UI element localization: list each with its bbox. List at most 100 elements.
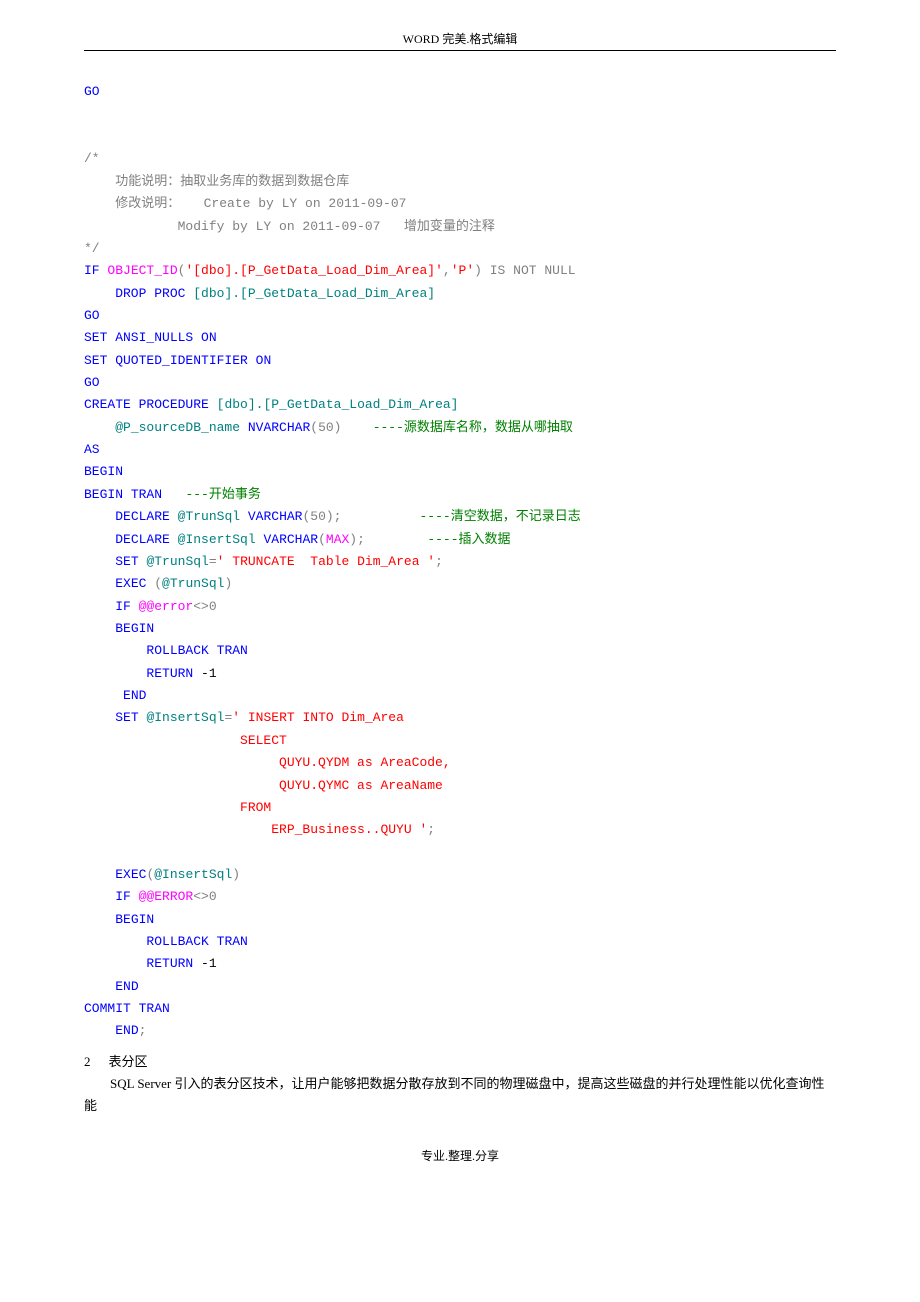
indent bbox=[84, 554, 115, 569]
keyword-procedure: PROCEDURE bbox=[131, 397, 217, 412]
keyword-if: IF bbox=[115, 889, 138, 904]
body-paragraph: SQL Server 引入的表分区技术，让用户能够把数据分散存放到不同的物理磁盘… bbox=[84, 1073, 836, 1117]
indent bbox=[84, 576, 115, 591]
indent bbox=[84, 643, 146, 658]
keyword-tran: TRAN bbox=[123, 487, 185, 502]
keyword-as: AS bbox=[84, 442, 100, 457]
str: ' TRUNCATE Table Dim_Area ' bbox=[217, 554, 435, 569]
keyword-if: IF bbox=[84, 263, 100, 278]
indent bbox=[84, 688, 123, 703]
keyword-end: END bbox=[115, 979, 138, 994]
keyword-begin: BEGIN bbox=[115, 621, 154, 636]
indent bbox=[84, 889, 115, 904]
max: MAX bbox=[326, 532, 349, 547]
type-varchar: VARCHAR bbox=[263, 532, 318, 547]
var: @InsertSql bbox=[178, 532, 264, 547]
keyword-rollback: ROLLBACK bbox=[146, 643, 208, 658]
eq: = bbox=[209, 554, 217, 569]
indent bbox=[84, 867, 115, 882]
paren: ) bbox=[232, 867, 240, 882]
indent bbox=[84, 1023, 115, 1038]
comma: , bbox=[443, 263, 451, 278]
keyword-begin: BEGIN bbox=[84, 487, 123, 502]
proc-name: [dbo].[P_GetData_Load_Dim_Area] bbox=[217, 397, 459, 412]
paren: (50); bbox=[302, 509, 419, 524]
keyword-rollback: ROLLBACK bbox=[146, 934, 208, 949]
keyword-set: SET bbox=[84, 330, 107, 345]
keyword-set: SET bbox=[115, 710, 146, 725]
comment-line: 修改说明： Create by LY on 2011-09-07 bbox=[84, 196, 406, 211]
err: @@error bbox=[139, 599, 194, 614]
num: -1 bbox=[201, 956, 217, 971]
page: WORD 完美.格式编辑 GO /* 功能说明：抽取业务库的数据到数据仓库 修改… bbox=[0, 0, 920, 1194]
var: @TrunSql bbox=[178, 509, 248, 524]
page-footer: 专业.整理.分享 bbox=[84, 1117, 836, 1164]
keyword-drop: DROP bbox=[84, 286, 146, 301]
indent bbox=[84, 666, 146, 681]
paren: ( bbox=[318, 532, 326, 547]
str: ' INSERT INTO Dim_Area bbox=[232, 710, 404, 725]
comment: ----插入数据 bbox=[427, 532, 510, 547]
keyword-begin: BEGIN bbox=[115, 912, 154, 927]
str: FROM bbox=[84, 800, 271, 815]
str: QUYU.QYDM as AreaCode, bbox=[84, 755, 451, 770]
keyword-on: ON bbox=[256, 353, 272, 368]
param: @P_sourceDB_name bbox=[115, 420, 248, 435]
var: @TrunSql bbox=[162, 576, 224, 591]
paren: ) bbox=[474, 263, 482, 278]
comment: ----源数据库名称，数据从哪抽取 bbox=[373, 420, 573, 435]
keyword-end: END bbox=[123, 688, 146, 703]
keyword-commit: COMMIT bbox=[84, 1001, 131, 1016]
keyword-set: SET bbox=[84, 353, 107, 368]
keyword-declare: DECLARE bbox=[115, 509, 177, 524]
keyword-set: SET bbox=[115, 554, 146, 569]
paren: ); bbox=[349, 532, 427, 547]
num: -1 bbox=[201, 666, 217, 681]
indent bbox=[84, 621, 115, 636]
keyword-tran: TRAN bbox=[131, 1001, 170, 1016]
paren: ) bbox=[224, 576, 232, 591]
keyword-tran: TRAN bbox=[209, 643, 248, 658]
indent bbox=[84, 509, 115, 524]
indent bbox=[84, 979, 115, 994]
indent bbox=[84, 912, 115, 927]
keyword-proc: PROC bbox=[146, 286, 193, 301]
str: QUYU.QYMC as AreaName bbox=[84, 778, 443, 793]
paren: (50) bbox=[310, 420, 372, 435]
proc-name: [dbo].[P_GetData_Load_Dim_Area] bbox=[193, 286, 435, 301]
fn-objectid: OBJECT_ID bbox=[107, 263, 177, 278]
code-block: GO /* 功能说明：抽取业务库的数据到数据仓库 修改说明： Create by… bbox=[84, 59, 836, 1043]
indent bbox=[84, 599, 115, 614]
comment-close: */ bbox=[84, 241, 100, 256]
keyword-on: ON bbox=[201, 330, 217, 345]
str: ERP_Business..QUYU ' bbox=[84, 822, 427, 837]
section-title: 表分区 bbox=[109, 1054, 148, 1069]
keyword-end: END bbox=[115, 1023, 138, 1038]
ne: <>0 bbox=[193, 599, 216, 614]
section-heading: 2 表分区 bbox=[84, 1051, 836, 1073]
semi: ; bbox=[427, 822, 435, 837]
section-num: 2 bbox=[84, 1054, 91, 1069]
comment-open: /* bbox=[84, 151, 100, 166]
var: @TrunSql bbox=[146, 554, 208, 569]
var: @InsertSql bbox=[154, 867, 232, 882]
keyword-go: GO bbox=[84, 375, 100, 390]
keyword-return: RETURN bbox=[146, 956, 201, 971]
ne: <>0 bbox=[193, 889, 216, 904]
keyword-return: RETURN bbox=[146, 666, 201, 681]
keyword-declare: DECLARE bbox=[115, 532, 177, 547]
indent bbox=[84, 956, 146, 971]
err: @@ERROR bbox=[139, 889, 194, 904]
str: '[dbo].[P_GetData_Load_Dim_Area]' bbox=[185, 263, 442, 278]
keyword-create: CREATE bbox=[84, 397, 131, 412]
type-nvarchar: NVARCHAR bbox=[248, 420, 310, 435]
var: @InsertSql bbox=[146, 710, 224, 725]
quoted-ident: QUOTED_IDENTIFIER bbox=[107, 353, 255, 368]
type-varchar: VARCHAR bbox=[248, 509, 303, 524]
keyword-go: GO bbox=[84, 84, 100, 99]
indent bbox=[84, 710, 115, 725]
keyword-begin: BEGIN bbox=[84, 464, 123, 479]
keyword-if: IF bbox=[115, 599, 138, 614]
isnotnull: IS NOT NULL bbox=[482, 263, 576, 278]
keyword-exec: EXEC bbox=[115, 576, 154, 591]
